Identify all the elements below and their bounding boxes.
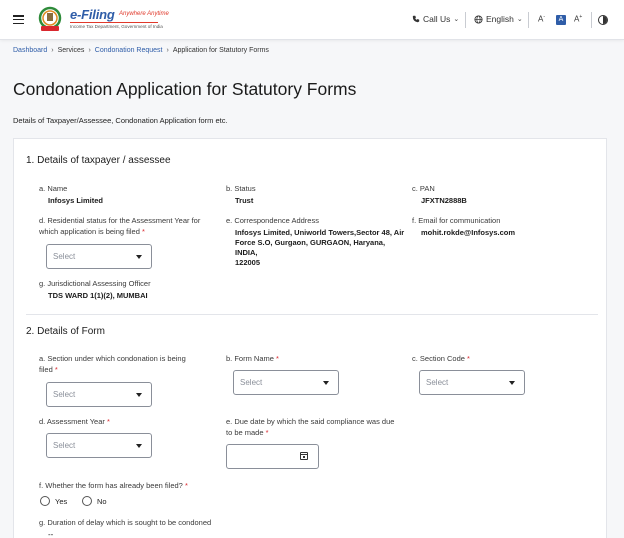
section-code-select[interactable]: Select	[419, 370, 525, 395]
required-mark: *	[142, 227, 145, 236]
section-divider	[26, 314, 598, 315]
residential-label-line2: which application is being filed	[39, 227, 140, 236]
caret-down-icon	[509, 381, 515, 385]
header-divider	[591, 12, 592, 28]
filed-yes-option[interactable]: Yes	[40, 496, 67, 506]
caret-down-icon	[323, 381, 329, 385]
caret-down-icon	[136, 393, 142, 397]
select-placeholder: Select	[53, 441, 76, 450]
form-filed-label-text: f. Whether the form has already been fil…	[39, 481, 183, 490]
address-line1: Infosys Limited, Uniworld Towers,Sector …	[235, 228, 405, 237]
address-label: e. Correspondence Address	[226, 216, 319, 225]
breadcrumb-services[interactable]: Services	[58, 47, 85, 54]
contrast-icon[interactable]	[598, 15, 608, 25]
required-mark: *	[265, 428, 269, 437]
calendar-icon[interactable]	[300, 452, 308, 460]
name-value: Infosys Limited	[48, 196, 104, 205]
pan-value: JFXTN2888B	[421, 196, 467, 205]
caret-down-icon	[136, 444, 142, 448]
section-2-title: 2. Details of Form	[26, 326, 105, 337]
phone-icon	[412, 15, 420, 23]
radio-yes[interactable]	[40, 496, 50, 506]
section-under-label: a. Section under which condonation is be…	[39, 353, 186, 375]
form-filed-label: f. Whether the form has already been fil…	[39, 480, 188, 491]
name-label: a. Name	[39, 184, 68, 193]
assessment-year-label: d. Assessment Year *	[39, 416, 110, 427]
page-subtitle: Details of Taxpayer/Assessee, Condonatio…	[13, 116, 228, 125]
logo-title: e-Filing	[70, 7, 115, 22]
required-mark: *	[276, 354, 279, 363]
delay-duration-value: --	[48, 530, 54, 538]
call-us-menu[interactable]: Call Us ⌄	[412, 14, 459, 24]
jao-label: g. Jurisdictional Assessing Officer	[39, 279, 151, 288]
caret-down-icon	[136, 255, 142, 259]
chevron-down-icon: ⌄	[453, 16, 460, 23]
delay-duration-label: g. Duration of delay which is sought to …	[39, 518, 212, 527]
form-name-select[interactable]: Select	[233, 370, 339, 395]
top-header: e-Filing Anywhere Anytime Income Tax Dep…	[0, 0, 624, 40]
assessment-year-select[interactable]: Select	[46, 433, 152, 458]
call-us-label: Call Us	[423, 14, 451, 24]
emblem-logo-icon[interactable]	[36, 6, 64, 33]
logo-subtitle: Income Tax Department, Government of Ind…	[70, 24, 163, 29]
breadcrumb-current: Application for Statutory Forms	[172, 47, 269, 54]
breadcrumb-condonation-request[interactable]: Condonation Request	[95, 47, 163, 54]
assessment-year-label-text: d. Assessment Year	[39, 417, 105, 426]
required-mark: *	[467, 354, 470, 363]
chevron-right-icon: ›	[51, 47, 54, 54]
status-label: b. Status	[226, 184, 256, 193]
breadcrumb-dashboard[interactable]: Dashboard	[13, 47, 47, 54]
font-increase-button[interactable]: A+	[574, 14, 582, 24]
logo-tagline: Anywhere Anytime	[119, 11, 169, 17]
residential-status-select[interactable]: Select	[46, 244, 152, 269]
chevron-right-icon: ›	[166, 47, 169, 54]
select-placeholder: Select	[53, 390, 76, 399]
email-value: mohit.rokde@Infosys.com	[421, 228, 515, 237]
address-line2: Force S.O, Gurgaon, GURGAON, Haryana, IN…	[235, 238, 386, 257]
chevron-right-icon: ›	[88, 47, 91, 54]
logo-underline	[70, 22, 158, 23]
section-under-label-line2: filed	[39, 365, 53, 374]
header-divider	[528, 12, 529, 28]
font-decrease-button[interactable]: A-	[538, 14, 545, 24]
section-code-label-text: c. Section Code	[412, 354, 465, 363]
filed-no-option[interactable]: No	[82, 496, 107, 506]
radio-no-label: No	[97, 496, 107, 506]
section-under-label-line1: a. Section under which condonation is be…	[39, 354, 186, 363]
select-placeholder: Select	[426, 378, 449, 387]
select-placeholder: Select	[240, 378, 263, 387]
email-label: f. Email for communication	[412, 216, 501, 225]
hamburger-icon[interactable]	[13, 15, 24, 25]
header-divider	[465, 12, 466, 28]
form-name-label-text: b. Form Name	[226, 354, 274, 363]
radio-yes-label: Yes	[55, 496, 68, 506]
breadcrumb: Dashboard › Services › Condonation Reque…	[13, 47, 269, 54]
status-value: Trust	[235, 196, 254, 205]
required-mark: *	[54, 365, 58, 374]
form-name-label: b. Form Name *	[226, 353, 279, 364]
pan-label: c. PAN	[412, 184, 435, 193]
due-date-label-line2: to be made	[226, 428, 264, 437]
font-default-button[interactable]: A	[556, 15, 566, 25]
globe-icon	[474, 14, 483, 24]
language-menu[interactable]: English ⌄	[474, 14, 523, 24]
page-title: Condonation Application for Statutory Fo…	[13, 79, 357, 99]
required-mark: *	[106, 417, 110, 426]
jao-value: TDS WARD 1(1)(2), MUMBAI	[48, 291, 148, 300]
radio-no[interactable]	[82, 496, 92, 506]
section-select[interactable]: Select	[46, 382, 152, 407]
section-1-title: 1. Details of taxpayer / assessee	[26, 155, 171, 166]
due-date-label: e. Due date by which the said compliance…	[226, 416, 394, 438]
residential-label-line1: d. Residential status for the Assessment…	[39, 216, 201, 225]
required-mark: *	[184, 481, 188, 490]
select-placeholder: Select	[53, 252, 76, 261]
address-line3: 122005	[235, 258, 261, 267]
chevron-down-icon: ⌄	[516, 16, 523, 23]
residential-label: d. Residential status for the Assessment…	[39, 215, 200, 237]
address-value: Infosys Limited, Uniworld Towers,Sector …	[235, 228, 405, 268]
due-date-input[interactable]	[226, 444, 319, 469]
section-code-label: c. Section Code *	[412, 353, 470, 364]
due-date-label-line1: e. Due date by which the said compliance…	[226, 417, 395, 426]
language-label: English	[486, 14, 514, 24]
